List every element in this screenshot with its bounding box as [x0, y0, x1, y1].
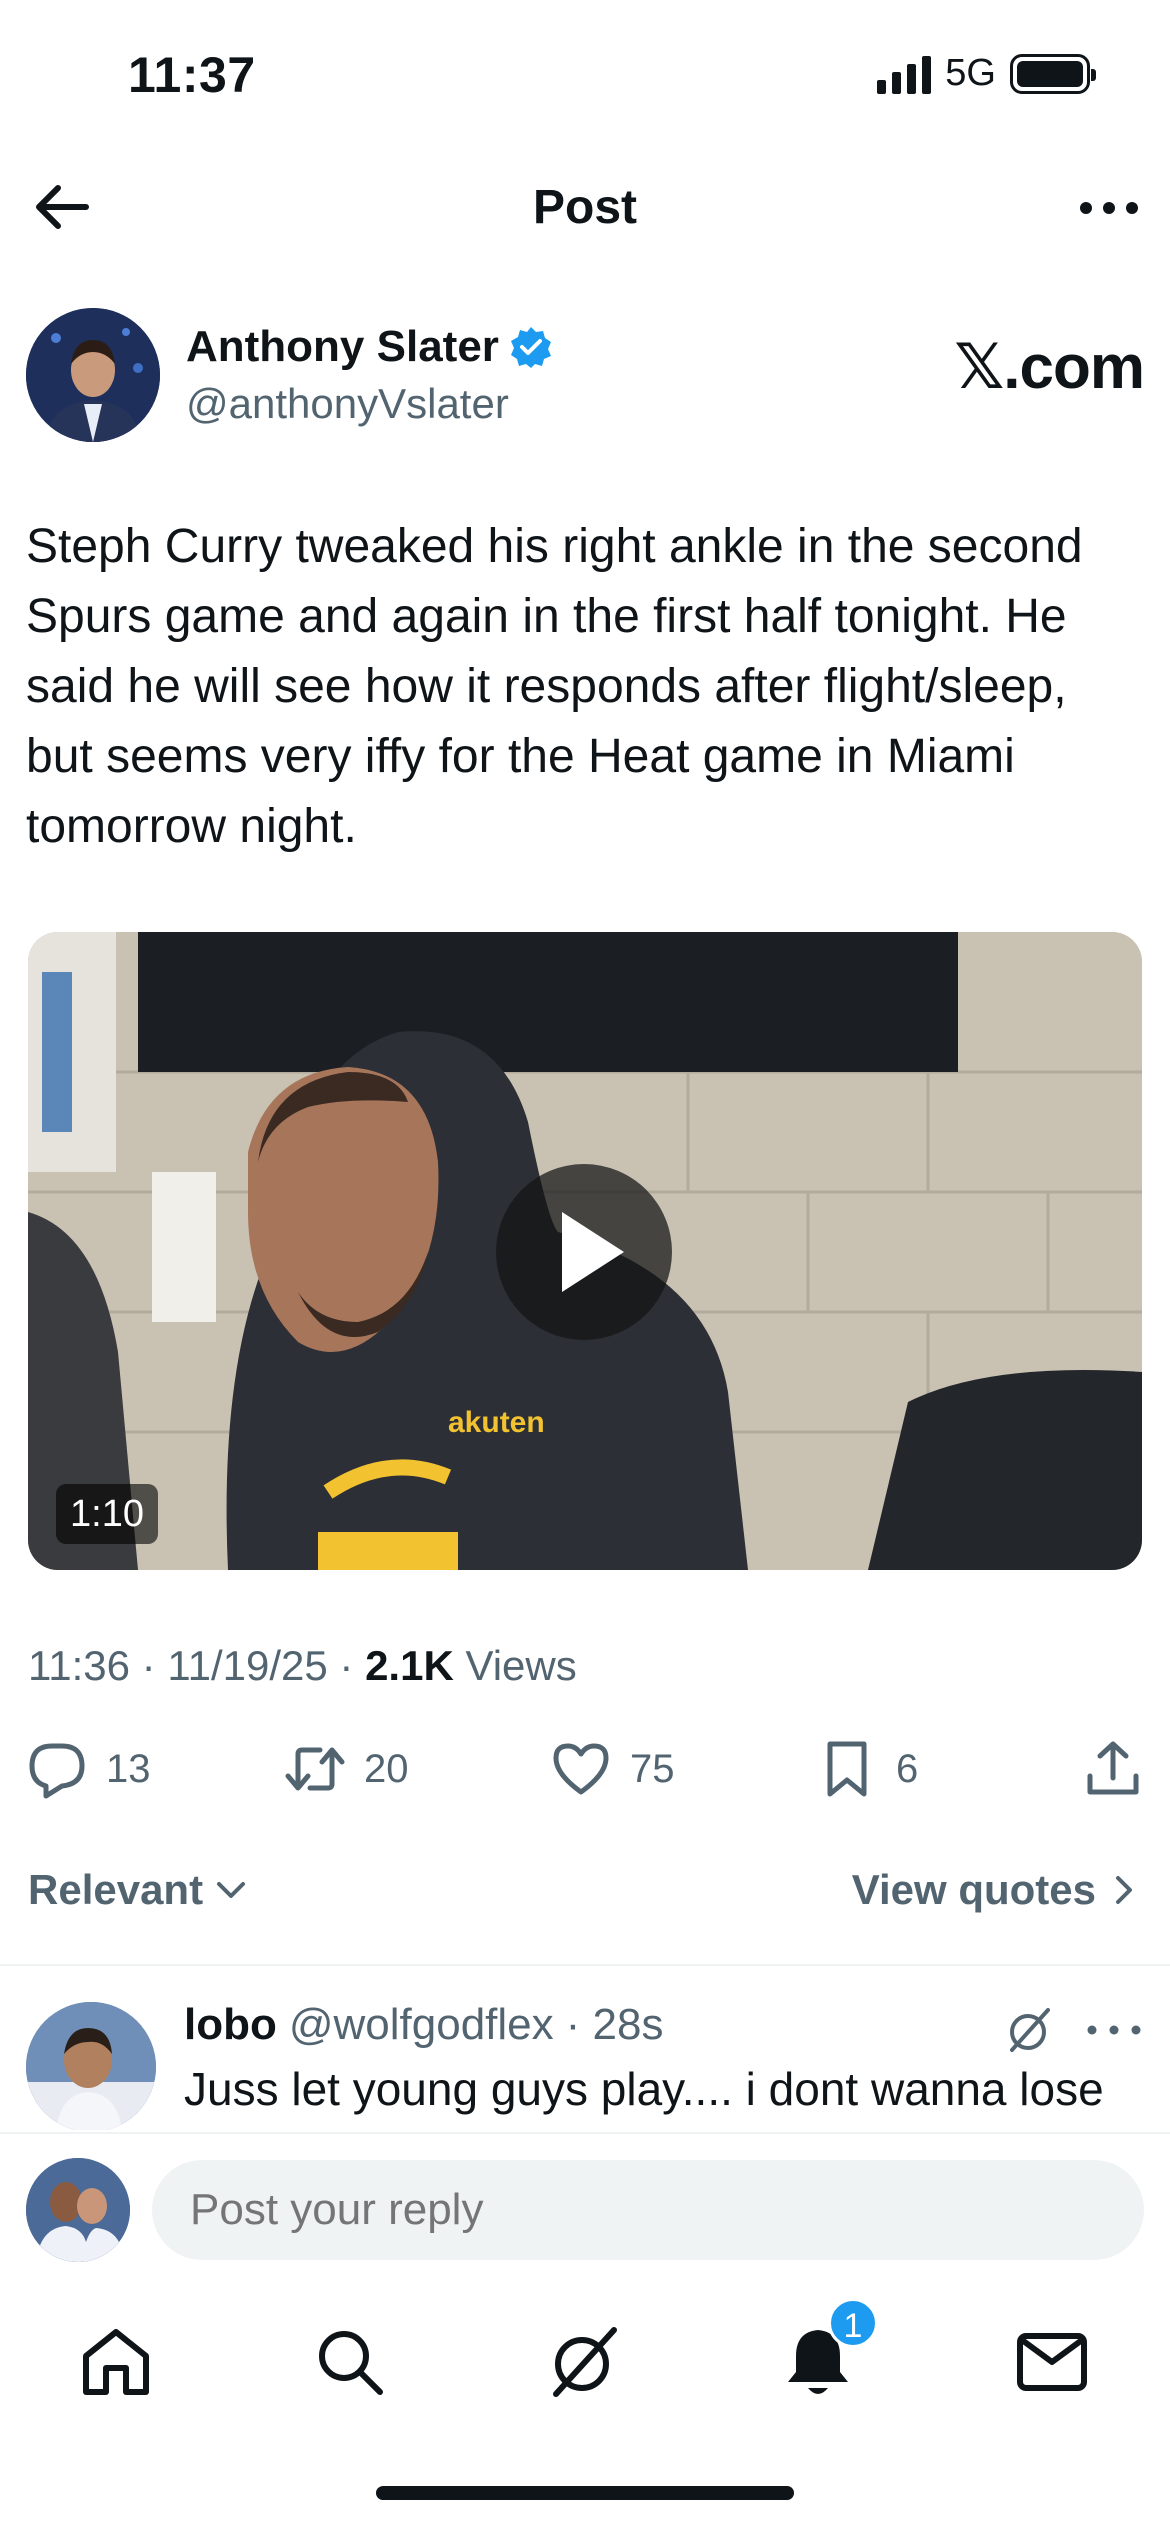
post-text: Steph Curry tweaked his right ankle in t… — [26, 520, 1083, 853]
messages-icon[interactable] — [1012, 2322, 1092, 2402]
relevant-label: Relevant — [28, 1866, 204, 1913]
repost-count: 20 — [364, 1746, 409, 1791]
bookmark-icon — [827, 1741, 867, 1797]
signal-icon — [877, 54, 932, 94]
view-quotes-link[interactable]: View quotes — [852, 1866, 1142, 1914]
divider — [0, 1964, 1170, 1966]
home-icon[interactable] — [76, 2322, 156, 2402]
avatar — [26, 2158, 130, 2262]
play-icon — [562, 1212, 624, 1292]
notifications-badge: 1 — [828, 2298, 878, 2348]
grok-icon[interactable] — [1004, 2004, 1056, 2056]
reply-text: Juss let young guys play.... i dont wann… — [184, 2063, 1104, 2115]
chevron-down-icon — [217, 1882, 246, 1898]
bookmark-count: 6 — [896, 1746, 919, 1791]
battery-icon — [1010, 53, 1096, 94]
status-indicators: 5G — [877, 52, 1096, 95]
home-indicator — [376, 2486, 794, 2500]
relevant-sort-button[interactable]: Relevant — [28, 1866, 249, 1914]
reply-composer — [0, 2132, 1170, 2280]
view-quotes-label: View quotes — [851, 1866, 1096, 1913]
repost-button[interactable]: 20 — [284, 1738, 409, 1800]
video-duration: 1:10 — [56, 1484, 158, 1544]
post-author: Anthony Slater @anthonyVslater 𝕏.com — [26, 308, 1145, 444]
author-name[interactable]: Anthony Slater — [186, 322, 553, 372]
meta-separator: · — [141, 1642, 156, 1689]
avatar[interactable] — [26, 2002, 156, 2130]
author-name-text: Anthony Slater — [186, 322, 499, 371]
more-button[interactable] — [1074, 178, 1144, 238]
reply-author-name[interactable]: lobo — [184, 2000, 277, 2050]
status-bar: 11:37 5G — [0, 0, 1170, 150]
replies-sort-row: Relevant View quotes — [28, 1866, 1142, 1926]
views-count: 2.1K — [365, 1642, 454, 1689]
like-button[interactable]: 75 — [550, 1738, 675, 1800]
author-handle[interactable]: @anthonyVslater — [186, 380, 509, 428]
chevron-right-icon — [1116, 1876, 1132, 1904]
status-time: 11:37 — [128, 47, 256, 103]
bookmark-button[interactable]: 6 — [816, 1738, 918, 1800]
post-time: 11:36 — [28, 1642, 130, 1689]
post-date: 11/19/25 — [167, 1642, 328, 1689]
bottom-tab-bar: 1 — [0, 2282, 1170, 2432]
reply-time: · 28s — [565, 2000, 664, 2049]
top-nav: Post — [0, 150, 1170, 270]
svg-text:akuten: akuten — [448, 1406, 545, 1439]
post-meta: 11:36 · 11/19/25 · 2.1K Views — [28, 1642, 577, 1690]
more-icon[interactable] — [1084, 2020, 1144, 2040]
reply-button[interactable]: 13 — [26, 1738, 151, 1800]
like-icon — [553, 1743, 609, 1795]
post-actions: 13 20 75 6 — [26, 1738, 1144, 1808]
avatar[interactable] — [26, 308, 160, 442]
reply-icon — [29, 1743, 85, 1799]
search-icon[interactable] — [310, 2322, 390, 2402]
play-button[interactable] — [496, 1164, 672, 1340]
source-logo: 𝕏.com — [954, 333, 1145, 402]
repost-icon — [285, 1747, 345, 1791]
views-label: Views — [465, 1642, 577, 1689]
reply-count: 13 — [106, 1746, 151, 1791]
more-icon — [1080, 202, 1138, 214]
reply-item[interactable]: lobo @wolfgodflex · 28s Juss let young g… — [26, 2000, 1144, 2130]
page-title: Post — [532, 181, 637, 234]
grok-icon[interactable] — [544, 2322, 624, 2402]
share-icon — [1087, 1741, 1139, 1795]
video-player[interactable]: akuten 1:10 — [28, 932, 1142, 1570]
network-type: 5G — [945, 52, 996, 94]
reply-input[interactable] — [152, 2160, 1144, 2260]
share-button[interactable] — [1082, 1738, 1144, 1800]
reply-author-handle[interactable]: @wolfgodflex — [289, 2000, 554, 2050]
reply-header: lobo @wolfgodflex · 28s — [184, 2000, 663, 2050]
like-count: 75 — [630, 1746, 675, 1791]
verified-icon — [510, 327, 551, 368]
meta-separator: · — [339, 1642, 354, 1689]
